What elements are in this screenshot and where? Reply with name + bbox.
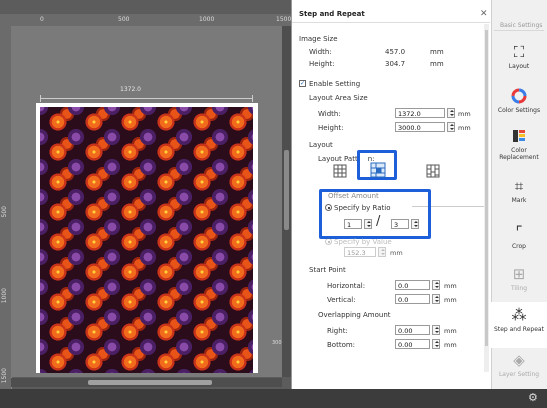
layer-setting-tool-label: Layer Setting <box>498 371 540 378</box>
layout-width-label: Width: <box>318 110 341 118</box>
right-label: Right: <box>327 327 348 335</box>
layout-width-input[interactable]: 1372.0 <box>395 108 445 118</box>
layout-height-unit: mm <box>458 124 471 132</box>
step-and-repeat-tool-label: Step and Repeat <box>494 326 544 333</box>
layout-tool-label: Layout <box>508 63 530 70</box>
image-width-unit: mm <box>430 48 444 56</box>
enable-setting-label: Enable Setting <box>309 80 361 88</box>
repeated-image-tiles <box>40 107 253 373</box>
color-replacement-label: Color Replacement <box>499 147 539 161</box>
bottom-overlap-input[interactable]: 0.00 <box>395 339 430 349</box>
ruler-tick-label: 1000 <box>1 288 8 304</box>
ratio-separator: / <box>376 214 381 229</box>
color-settings-tool[interactable]: Color Settings <box>491 88 547 114</box>
specify-by-value-label: Specify by Value <box>334 238 392 246</box>
ratio-numerator-input[interactable]: 1 <box>344 219 362 229</box>
crop-icon: ⌜ <box>515 223 523 241</box>
panel-scroll-thumb[interactable] <box>485 30 488 346</box>
crop-tool-label: Crop <box>511 243 526 250</box>
ratio-numerator-spinner[interactable] <box>364 219 372 229</box>
mark-tool[interactable]: ⌗ Mark <box>491 178 547 204</box>
layout-height-label: Height: <box>318 124 344 132</box>
vertical-unit: mm <box>444 296 457 304</box>
basic-settings-label: Basic Settings <box>500 22 543 29</box>
layout-width-spinner[interactable] <box>447 108 455 118</box>
layout-area-size-heading: Layout Area Size <box>309 94 368 102</box>
layout-heading: Layout <box>309 141 333 149</box>
width-dimension-line <box>40 95 253 102</box>
offset-value-spinner[interactable] <box>378 247 386 257</box>
image-width-value: 457.0 <box>385 48 406 56</box>
color-replacement-tool[interactable]: Color Replacement <box>491 128 547 161</box>
right-overlap-unit: mm <box>444 327 457 335</box>
specify-by-ratio-label: Specify by Ratio <box>334 204 391 212</box>
right-overlap-spinner[interactable] <box>432 325 440 335</box>
specify-by-value-radio[interactable] <box>325 238 332 245</box>
layout-pattern-label-text: Layout Patt <box>318 155 358 163</box>
layout-icon: ⛶ <box>513 43 525 61</box>
ruler-tick-label: 500 <box>118 16 130 23</box>
ruler-tick-label: 0 <box>40 16 44 23</box>
color-replacement-icon <box>513 130 525 142</box>
horizontal-label: Horizontal: <box>327 282 366 290</box>
specify-by-ratio-radio[interactable] <box>325 204 332 211</box>
layer-setting-tool[interactable]: ◈ Layer Setting <box>491 352 547 378</box>
image-height-value: 304.7 <box>385 60 406 68</box>
right-overlap-input[interactable]: 0.00 <box>395 325 430 335</box>
horizontal-unit: mm <box>444 282 457 290</box>
settings-gear-icon[interactable]: ⚙ <box>528 391 538 404</box>
ratio-denominator-input[interactable]: 3 <box>391 219 409 229</box>
image-width-label: Width: <box>309 48 332 56</box>
preview-horizontal-scroll-thumb[interactable] <box>88 380 212 385</box>
bottom-label: Bottom: <box>327 341 356 349</box>
mark-icon: ⌗ <box>514 177 524 195</box>
overlapping-amount-heading: Overlapping Amount <box>318 311 391 319</box>
ruler-tick-label: 1500 <box>1 368 8 384</box>
grid-layout-icon[interactable] <box>333 164 347 178</box>
width-dimension-label: 1372.0 <box>120 86 141 93</box>
tiling-icon: ⊞ <box>512 265 526 283</box>
offset-highlight <box>319 189 431 239</box>
color-settings-icon <box>511 88 527 104</box>
bottom-overlap-spinner[interactable] <box>432 339 440 349</box>
step-and-repeat-tool[interactable]: ⁂ Step and Repeat <box>491 302 547 348</box>
bottom-overlap-unit: mm <box>444 341 457 349</box>
tiling-tool-label: Tiling <box>510 285 528 292</box>
layout-tool[interactable]: ⛶ Layout <box>491 44 547 70</box>
layout-width-unit: mm <box>458 110 471 118</box>
side-dimension-label: 300 <box>272 340 282 346</box>
step-and-repeat-icon: ⁂ <box>511 306 527 324</box>
vertical-spinner[interactable] <box>432 294 440 304</box>
offset-value-unit: mm <box>390 249 403 257</box>
mark-tool-label: Mark <box>511 197 527 204</box>
horizontal-spinner[interactable] <box>432 280 440 290</box>
image-size-heading: Image Size <box>299 35 338 43</box>
sidebar-divider <box>494 30 544 31</box>
offset-value-input[interactable]: 152.3 <box>344 247 376 257</box>
close-icon[interactable]: ✕ <box>480 9 488 19</box>
preview-vertical-scroll-thumb[interactable] <box>284 150 289 230</box>
ruler-tick-label: 1000 <box>199 16 215 23</box>
ruler-tick-label: 1500 <box>276 16 292 23</box>
image-height-unit: mm <box>430 60 444 68</box>
layout-height-spinner[interactable] <box>447 122 455 132</box>
staggered-layout-icon[interactable] <box>370 162 386 178</box>
status-bar <box>0 389 547 408</box>
enable-setting-checkbox[interactable]: ✓ <box>299 80 306 87</box>
horizontal-input[interactable]: 0.0 <box>395 280 430 290</box>
color-settings-label: Color Settings <box>497 107 541 114</box>
vertical-staggered-layout-icon[interactable] <box>426 164 440 178</box>
vertical-input[interactable]: 0.0 <box>395 294 430 304</box>
layer-setting-icon: ◈ <box>513 351 525 369</box>
image-height-label: Height: <box>309 60 335 68</box>
tiling-tool[interactable]: ⊞ Tiling <box>491 266 547 292</box>
layout-height-input[interactable]: 3000.0 <box>395 122 445 132</box>
vertical-label: Vertical: <box>327 296 356 304</box>
ratio-denominator-spinner[interactable] <box>411 219 419 229</box>
ruler-tick-label: 500 <box>1 206 8 218</box>
start-point-heading: Start Point <box>309 266 346 274</box>
panel-title: Step and Repeat <box>299 10 365 18</box>
crop-tool[interactable]: ⌜ Crop <box>491 224 547 250</box>
